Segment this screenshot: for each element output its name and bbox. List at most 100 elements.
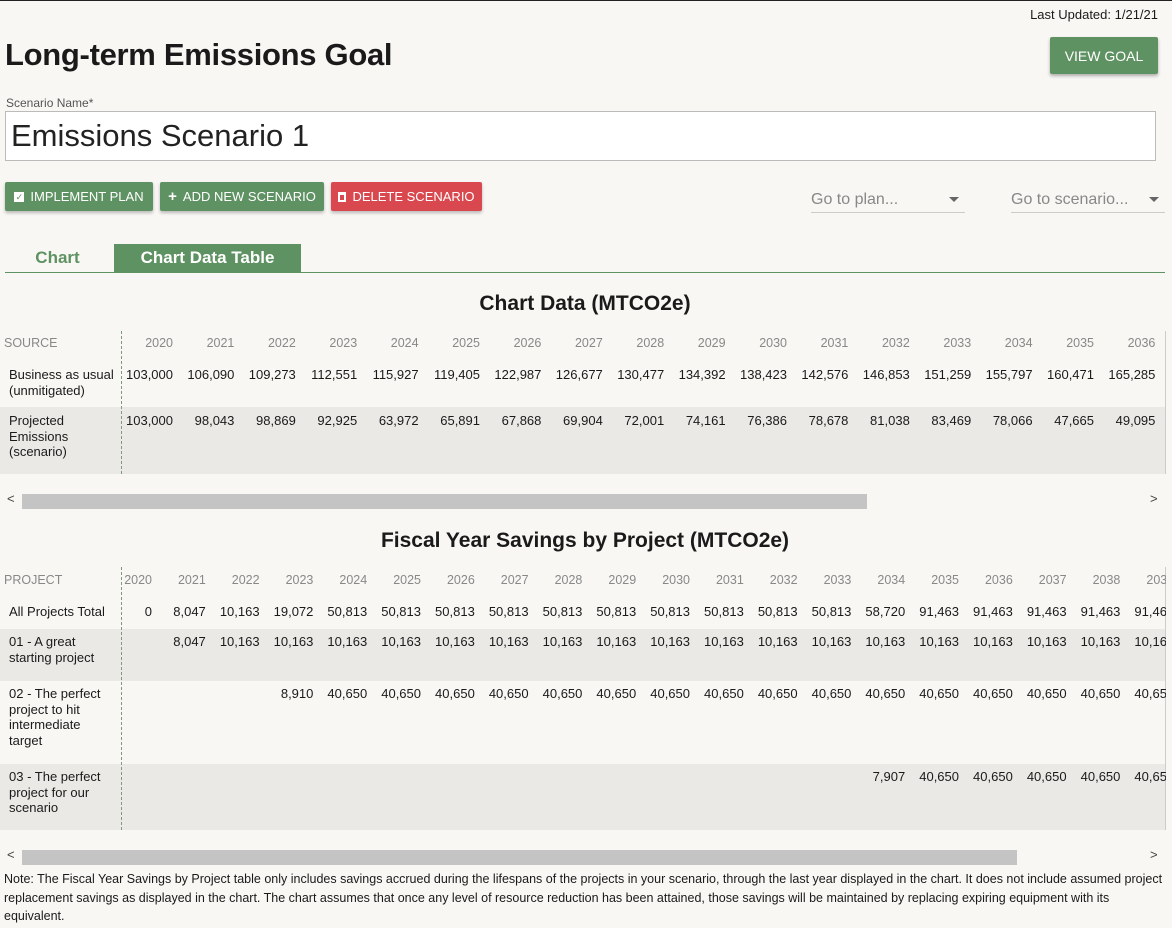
chevron-down-icon	[949, 197, 959, 202]
table-cell: 10,163	[219, 604, 260, 619]
row-label: 01 - A great starting project	[9, 634, 95, 665]
scroll-thumb[interactable]	[22, 850, 1017, 865]
implement-plan-label: IMPLEMENT PLAN	[30, 189, 144, 204]
trash-icon	[338, 191, 347, 202]
table-cell: 40,650	[973, 686, 1013, 701]
go-to-plan-dropdown[interactable]: Go to plan...	[811, 187, 965, 213]
scroll-thumb[interactable]	[22, 494, 867, 509]
year-header: 2026	[513, 336, 542, 350]
scroll-left-icon[interactable]: <	[7, 491, 15, 506]
savings-table-scrollbar[interactable]: < >	[0, 847, 1166, 865]
table-cell: 50,813	[327, 604, 368, 619]
year-header: 2031	[715, 573, 744, 587]
table-cell: 47,665	[1054, 413, 1094, 428]
view-goal-button[interactable]: VIEW GOAL	[1050, 37, 1158, 74]
table-cell: 40,650	[1026, 769, 1067, 784]
savings-title: Fiscal Year Savings by Project (MTCO2e)	[380, 529, 790, 552]
chart-table-scrollbar[interactable]: < >	[0, 491, 1166, 509]
implement-plan-button[interactable]: ✓ IMPLEMENT PLAN	[5, 182, 153, 211]
table-cell: 98,043	[194, 413, 235, 428]
table-cell: 10,163	[273, 634, 314, 649]
year-header: 2027	[500, 573, 529, 587]
chart-data-title: Chart Data (MTCO2e)	[479, 292, 691, 315]
last-updated: Last Updated: 1/21/21	[1030, 7, 1158, 22]
table-cell: 10,163	[650, 634, 690, 649]
table-cell: 40,650	[757, 686, 798, 701]
table-cell: 40,650	[327, 686, 368, 701]
delete-scenario-button[interactable]: DELETE SCENARIO	[331, 182, 482, 211]
table-cell: 81,038	[870, 413, 910, 428]
go-to-plan-placeholder: Go to plan...	[811, 190, 899, 208]
table-cell: 49,095	[1115, 413, 1156, 428]
table-cell: 126,677	[555, 367, 603, 382]
go-to-scenario-placeholder: Go to scenario...	[1011, 190, 1129, 208]
table-cell: 138,423	[740, 367, 787, 382]
table-cell: 146,853	[862, 367, 910, 382]
year-header: 2020	[145, 336, 173, 350]
table-cell: 98,869	[256, 413, 296, 428]
year-header: 2026	[446, 573, 475, 587]
year-header: 2029	[697, 336, 726, 350]
table-cell: 83,469	[931, 413, 972, 428]
table-cell: 50,813	[542, 604, 583, 619]
year-header: 2028	[554, 573, 583, 587]
table-clip-mask	[1166, 567, 1172, 830]
table-cell: 76,386	[747, 413, 787, 428]
table-cell: 109,273	[248, 367, 296, 382]
table-cell: 155,797	[985, 367, 1033, 382]
project-header: PROJECT	[4, 573, 63, 587]
plus-icon: +	[168, 188, 177, 205]
table-cell: 10,163	[757, 634, 798, 649]
year-header: 2036	[984, 573, 1013, 587]
table-cell: 112,551	[311, 367, 358, 382]
table-cell: 10,163	[973, 634, 1013, 649]
table-cell: 134,392	[678, 367, 726, 382]
row-label: 02 - The perfect project to hit intermed…	[9, 686, 101, 749]
table-cell: 69,904	[563, 413, 603, 428]
table-cell: 40,650	[596, 686, 637, 701]
table-cell: 10,163	[811, 634, 852, 649]
table-cell: 50,813	[596, 604, 637, 619]
scenario-name-input[interactable]	[5, 111, 1156, 161]
scroll-left-icon[interactable]: <	[7, 847, 15, 862]
table-cell: 50,813	[381, 604, 421, 619]
table-cell: 50,813	[488, 604, 529, 619]
year-header: 2025	[393, 573, 421, 587]
year-header: 2020	[124, 573, 152, 587]
scroll-right-icon[interactable]: >	[1150, 847, 1158, 862]
table-cell: 50,813	[757, 604, 798, 619]
table-cell: 10,163	[865, 634, 906, 649]
table-cell: 10,163	[542, 634, 583, 649]
go-to-scenario-dropdown[interactable]: Go to scenario...	[1011, 187, 1165, 213]
table-cell: 91,463	[1134, 604, 1172, 619]
table-cell: 78,066	[992, 413, 1033, 428]
table-cell: 10,163	[219, 634, 260, 649]
table-cell: 40,650	[973, 769, 1013, 784]
add-scenario-button[interactable]: + ADD NEW SCENARIO	[160, 182, 324, 211]
table-cell: 40,650	[919, 686, 959, 701]
tab-chart[interactable]: Chart	[5, 244, 110, 272]
table-cell: 40,650	[1080, 686, 1121, 701]
year-header: 2032	[769, 573, 798, 587]
table-cell: 78,678	[808, 413, 849, 428]
table-cell: 10,163	[919, 634, 959, 649]
year-header: 2036	[1127, 336, 1156, 350]
table-cell: 10,163	[596, 634, 637, 649]
table-cell: 40,650	[865, 686, 906, 701]
scroll-right-icon[interactable]: >	[1150, 491, 1158, 506]
checkbox-icon: ✓	[14, 191, 25, 202]
year-header: 2030	[759, 336, 787, 350]
table-cell: 10,163	[1080, 634, 1121, 649]
table-cell: 115,927	[372, 367, 419, 382]
table-cell: 92,925	[317, 413, 358, 428]
tab-chart-data-table[interactable]: Chart Data Table	[114, 244, 301, 272]
table-cell: 103,000	[126, 413, 173, 428]
table-cell: 91,463	[1080, 604, 1121, 619]
table-cell: 58,720	[865, 604, 906, 619]
table-cell: 130,477	[617, 367, 665, 382]
year-header: 2038	[1092, 573, 1121, 587]
year-header: 2034	[877, 573, 906, 587]
table-cell: 40,650	[1026, 686, 1067, 701]
table-cell: 10,163	[1134, 634, 1172, 649]
table-edge	[1165, 331, 1166, 474]
